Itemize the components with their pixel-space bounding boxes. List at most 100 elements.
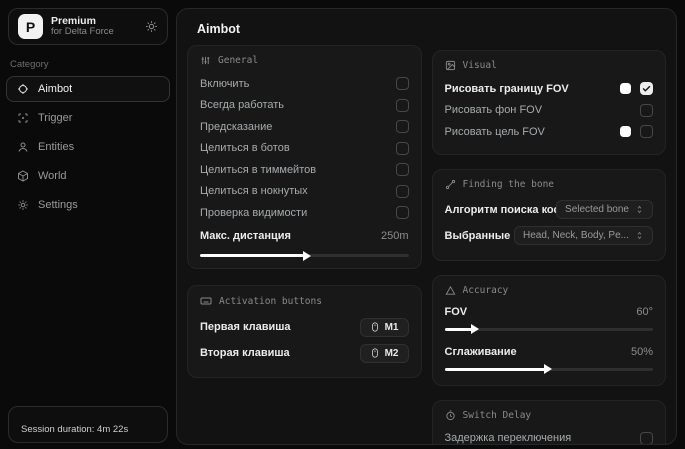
category-label: Category — [10, 59, 176, 70]
page-title: Aimbot — [177, 9, 676, 45]
triangle-icon — [445, 285, 456, 296]
second-key-row: Вторая клавиша M2 — [200, 340, 409, 366]
person-icon — [17, 141, 29, 153]
card-visual: Visual Рисовать границу FOV Рисовать фон… — [432, 50, 667, 155]
app-logo: P — [18, 14, 43, 39]
crosshair-icon — [17, 83, 29, 95]
second-key-button[interactable]: M2 — [360, 344, 409, 363]
color-swatch[interactable] — [620, 126, 631, 137]
checkbox[interactable] — [640, 125, 653, 138]
setting-row-target-knocked: Целиться в нокнутых — [200, 181, 409, 203]
setting-row-always-work: Всегда работать — [200, 95, 409, 117]
draw-fov-target-row: Рисовать цель FOV — [445, 121, 654, 143]
card-general: General Включить Всегда работать Предска… — [187, 45, 422, 269]
sidebar-item-entities[interactable]: Entities — [6, 134, 170, 160]
card-finding-bone: Finding the bone Алгоритм поиска кост Se… — [432, 169, 667, 261]
fov-slider[interactable] — [445, 328, 654, 331]
sidebar-item-label: Aimbot — [38, 83, 72, 95]
sidebar: P Premium for Delta Force Category Aimbo… — [0, 0, 176, 449]
premium-subtitle: for Delta Force — [51, 27, 114, 38]
switch-delay-toggle-row: Задержка переключения — [445, 428, 654, 446]
smoothing-row: Сглаживание 50% — [445, 343, 654, 361]
card-title: Visual — [463, 60, 497, 71]
session-duration: Session duration: 4m 22s — [21, 424, 128, 435]
left-column: General Включить Всегда работать Предска… — [187, 45, 422, 445]
card-general-header: General — [200, 55, 409, 66]
checkbox[interactable] — [396, 77, 409, 90]
mouse-icon — [370, 348, 380, 358]
card-accuracy-header: Accuracy — [445, 285, 654, 296]
checkbox[interactable] — [396, 163, 409, 176]
first-key-row: Первая клавиша M1 — [200, 314, 409, 340]
bone-icon — [445, 179, 456, 190]
checkbox[interactable] — [640, 104, 653, 117]
setting-row-prediction: Предсказание — [200, 116, 409, 138]
setting-row-target-teammates: Целиться в тиммейтов — [200, 159, 409, 181]
card-title: Finding the bone — [463, 179, 555, 190]
checkbox[interactable] — [640, 432, 653, 445]
card-accuracy: Accuracy FOV 60° Сглаживание 50% — [432, 275, 667, 386]
card-title: Switch Delay — [463, 410, 532, 421]
session-box: Session duration: 4m 22s — [8, 406, 168, 443]
gear-icon[interactable] — [145, 20, 158, 33]
premium-card: P Premium for Delta Force — [8, 8, 168, 45]
max-distance-slider[interactable] — [200, 254, 409, 257]
bone-algorithm-row: Алгоритм поиска кост Selected bone — [445, 197, 654, 223]
smoothing-value: 50% — [631, 346, 653, 358]
cube-icon — [17, 170, 29, 182]
draw-fov-border-row: Рисовать границу FOV — [445, 78, 654, 100]
slider-thumb[interactable] — [544, 364, 552, 374]
color-swatch[interactable] — [620, 83, 631, 94]
card-switch-delay-header: Switch Delay — [445, 410, 654, 421]
image-icon — [445, 60, 456, 71]
card-title: Accuracy — [463, 285, 509, 296]
checkbox[interactable] — [396, 120, 409, 133]
slider-thumb[interactable] — [471, 324, 479, 334]
max-distance-row: Макс. дистанция 250m — [200, 226, 409, 248]
checkbox-checked[interactable] — [640, 82, 653, 95]
card-bone-header: Finding the bone — [445, 179, 654, 190]
mouse-icon — [370, 322, 380, 332]
sidebar-item-aimbot[interactable]: Aimbot — [6, 76, 170, 102]
checkbox[interactable] — [396, 185, 409, 198]
sort-arrows-icon — [635, 231, 644, 240]
first-key-button[interactable]: M1 — [360, 318, 409, 337]
draw-fov-background-row: Рисовать фон FOV — [445, 100, 654, 122]
sidebar-item-settings[interactable]: Settings — [6, 192, 170, 218]
checkbox[interactable] — [396, 99, 409, 112]
keyboard-icon — [200, 295, 212, 307]
smoothing-slider[interactable] — [445, 368, 654, 371]
sidebar-item-world[interactable]: World — [6, 163, 170, 189]
setting-row-target-bots: Целиться в ботов — [200, 138, 409, 160]
checkbox[interactable] — [396, 206, 409, 219]
sidebar-item-label: Trigger — [38, 112, 72, 124]
card-activation-header: Activation buttons — [200, 295, 409, 307]
sliders-icon — [200, 55, 211, 66]
sidebar-nav: Aimbot Trigger Entities — [0, 76, 176, 218]
fov-value: 60° — [636, 306, 653, 318]
sidebar-item-label: World — [38, 170, 67, 182]
main-panel: Aimbot General Включить — [176, 8, 677, 445]
sidebar-item-label: Entities — [38, 141, 74, 153]
sidebar-item-trigger[interactable]: Trigger — [6, 105, 170, 131]
sidebar-item-label: Settings — [38, 199, 78, 211]
stopwatch-icon — [445, 410, 456, 421]
setting-row-visibility-check: Проверка видимости — [200, 202, 409, 224]
card-switch-delay: Switch Delay Задержка переключения Задер… — [432, 400, 667, 446]
app-window: P Premium for Delta Force Category Aimbo… — [0, 0, 685, 449]
focus-frame-icon — [17, 112, 29, 124]
selected-bones-select[interactable]: Head, Neck, Body, Pe... — [514, 226, 653, 245]
sort-arrows-icon — [635, 205, 644, 214]
max-distance-value: 250m — [381, 230, 409, 242]
slider-thumb[interactable] — [303, 251, 311, 261]
card-activation-buttons: Activation buttons Первая клавиша M1 — [187, 285, 422, 378]
settings-gear-icon — [17, 199, 29, 211]
bone-algorithm-select[interactable]: Selected bone — [556, 200, 653, 219]
card-title: Activation buttons — [219, 296, 322, 307]
setting-row-enable: Включить — [200, 73, 409, 95]
premium-text: Premium for Delta Force — [51, 15, 114, 38]
checkbox[interactable] — [396, 142, 409, 155]
fov-row: FOV 60° — [445, 303, 654, 321]
right-column: Visual Рисовать границу FOV Рисовать фон… — [432, 50, 667, 445]
selected-bones-row: Выбранные кос Head, Neck, Body, Pe... — [445, 223, 654, 249]
